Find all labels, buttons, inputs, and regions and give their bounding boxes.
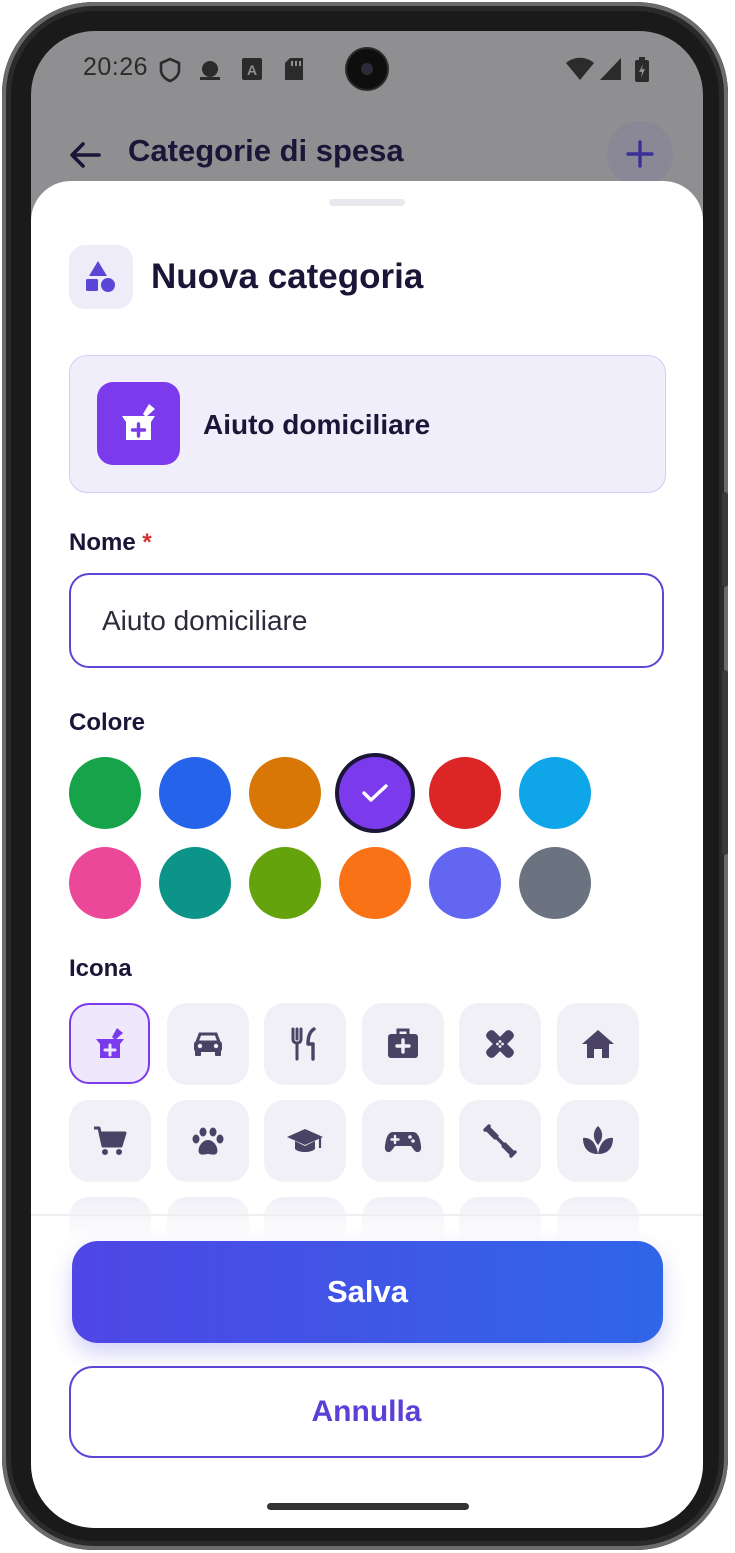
color-swatch[interactable]	[429, 757, 501, 829]
category-preview-card: Aiuto domiciliare	[69, 355, 666, 493]
name-field[interactable]: Aiuto domiciliare	[69, 573, 664, 668]
divider	[31, 1214, 703, 1216]
status-time: 20:26	[83, 53, 149, 81]
shield-icon	[159, 57, 181, 83]
drag-handle[interactable]	[329, 199, 405, 206]
name-label: Nome *	[69, 529, 152, 556]
status-bar: 20:26 A	[31, 31, 703, 107]
battery-charging-icon	[635, 57, 649, 82]
color-label: Colore	[69, 709, 146, 736]
sd-card-icon	[285, 58, 303, 80]
color-swatch[interactable]	[159, 757, 231, 829]
icon-option[interactable]	[264, 1100, 346, 1182]
color-swatch[interactable]	[519, 847, 591, 919]
cell-signal-icon	[600, 58, 621, 80]
color-swatch[interactable]	[69, 757, 141, 829]
icon-option[interactable]	[361, 1100, 444, 1182]
screen: 20:26 A Categorie di spesa Nuova categor…	[31, 31, 703, 1528]
required-asterisk: *	[142, 529, 152, 556]
icon-option[interactable]	[361, 1003, 444, 1085]
plus-icon	[626, 140, 654, 168]
color-swatch[interactable]	[519, 757, 591, 829]
shapes-icon	[69, 245, 133, 309]
icon-option[interactable]	[264, 1003, 346, 1085]
app-bar-title: Categorie di spesa	[128, 133, 404, 168]
svg-text:A: A	[247, 62, 257, 78]
add-category-button[interactable]	[607, 121, 673, 187]
color-swatch[interactable]	[339, 847, 411, 919]
icon-option[interactable]	[69, 1003, 150, 1084]
checkmark-icon	[362, 784, 388, 802]
location-icon	[200, 61, 220, 80]
home-indicator[interactable]	[267, 1503, 469, 1510]
name-field-value: Aiuto domiciliare	[102, 605, 308, 636]
color-swatch[interactable]	[339, 757, 411, 829]
color-swatch[interactable]	[159, 847, 231, 919]
mortar-pestle-plus-icon	[97, 382, 180, 465]
color-swatch[interactable]	[429, 847, 501, 919]
power-button	[722, 670, 728, 855]
preview-category-name: Aiuto domiciliare	[203, 409, 431, 440]
color-swatch[interactable]	[249, 757, 321, 829]
icon-option[interactable]	[459, 1003, 541, 1085]
bottom-sheet: Nuova categoria Aiuto domiciliare Nome *…	[31, 181, 703, 1528]
icon-option[interactable]	[556, 1100, 639, 1182]
icon-option[interactable]	[166, 1003, 249, 1085]
device-frame: 20:26 A Categorie di spesa Nuova categor…	[2, 2, 728, 1550]
sheet-title: Nuova categoria	[151, 257, 424, 296]
front-camera	[347, 49, 387, 89]
color-swatch[interactable]	[249, 847, 321, 919]
icon-option[interactable]	[556, 1003, 639, 1085]
back-arrow-icon[interactable]	[63, 133, 107, 177]
save-button[interactable]: Salva	[72, 1241, 663, 1343]
icon-option[interactable]	[166, 1100, 249, 1182]
color-swatch[interactable]	[69, 847, 141, 919]
icon-label: Icona	[69, 955, 132, 982]
icon-option[interactable]	[69, 1100, 151, 1182]
cancel-button[interactable]: Annulla	[69, 1366, 664, 1458]
volume-button	[722, 492, 728, 587]
icon-option[interactable]	[459, 1100, 541, 1182]
wifi-icon	[566, 57, 594, 80]
keyboard-a-icon: A	[242, 58, 262, 80]
